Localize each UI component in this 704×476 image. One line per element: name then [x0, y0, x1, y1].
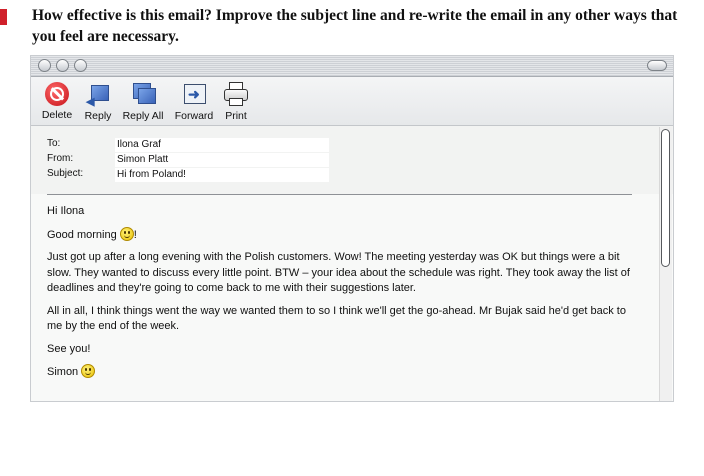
- print-label: Print: [225, 110, 247, 122]
- delete-button[interactable]: Delete: [39, 81, 75, 125]
- delete-icon: [45, 82, 69, 106]
- subject-label: Subject:: [47, 168, 84, 179]
- close-window-button[interactable]: [38, 59, 51, 72]
- header-divider: [47, 194, 632, 195]
- reply-all-icon: [130, 81, 156, 107]
- scrollbar-thumb[interactable]: [661, 129, 670, 267]
- paragraph-1: Just got up after a long evening with th…: [47, 251, 630, 294]
- print-button[interactable]: Print: [221, 81, 251, 125]
- reply-button[interactable]: ◀ Reply: [81, 81, 115, 125]
- good-morning-text: Good morning: [47, 228, 117, 241]
- message-headers: To: Ilona Graf From: Simon Platt Subject…: [31, 126, 673, 194]
- vertical-scrollbar[interactable]: [659, 127, 672, 401]
- closing: See you!: [47, 342, 91, 355]
- smiley-icon: [119, 226, 134, 241]
- exclamation-text: !: [133, 228, 137, 241]
- exercise-instructions: How effective is this email? Improve the…: [32, 7, 678, 45]
- forward-icon: ➜: [181, 81, 207, 107]
- reply-all-button[interactable]: Reply All: [119, 81, 167, 125]
- from-value: Simon Platt: [115, 153, 329, 167]
- delete-label: Delete: [41, 109, 73, 121]
- message-body: Hi Ilona Good morning ! Just got up afte…: [47, 204, 637, 381]
- printer-icon: [223, 81, 249, 107]
- smiley-icon: [81, 364, 96, 378]
- paragraph-2: All in all, I think things went the way …: [47, 304, 626, 333]
- reply-label: Reply: [84, 110, 112, 122]
- title-bar: [31, 56, 673, 77]
- to-value: Ilona Graf: [115, 138, 329, 152]
- from-label: From:: [47, 153, 74, 164]
- forward-button[interactable]: ➜ Forward: [171, 81, 217, 125]
- signature-line: Simon: [47, 364, 637, 381]
- toolbar-toggle-button[interactable]: [647, 60, 667, 71]
- minimize-window-button[interactable]: [56, 59, 69, 72]
- zoom-window-button[interactable]: [74, 59, 87, 72]
- body-line-2: Good morning !: [47, 226, 637, 244]
- subject-value: Hi from Poland!: [115, 168, 329, 182]
- reply-icon: ◀: [85, 81, 111, 108]
- mail-window: Delete ◀ Reply Reply All ➜ Forward Print…: [30, 55, 674, 402]
- toolbar: Delete ◀ Reply Reply All ➜ Forward Print: [31, 77, 673, 126]
- reply-all-label: Reply All: [122, 110, 164, 122]
- greeting: Hi Ilona: [47, 205, 85, 217]
- forward-label: Forward: [174, 110, 214, 122]
- section-marker: [0, 9, 7, 25]
- signature: Simon: [47, 366, 79, 378]
- to-label: To:: [47, 138, 61, 149]
